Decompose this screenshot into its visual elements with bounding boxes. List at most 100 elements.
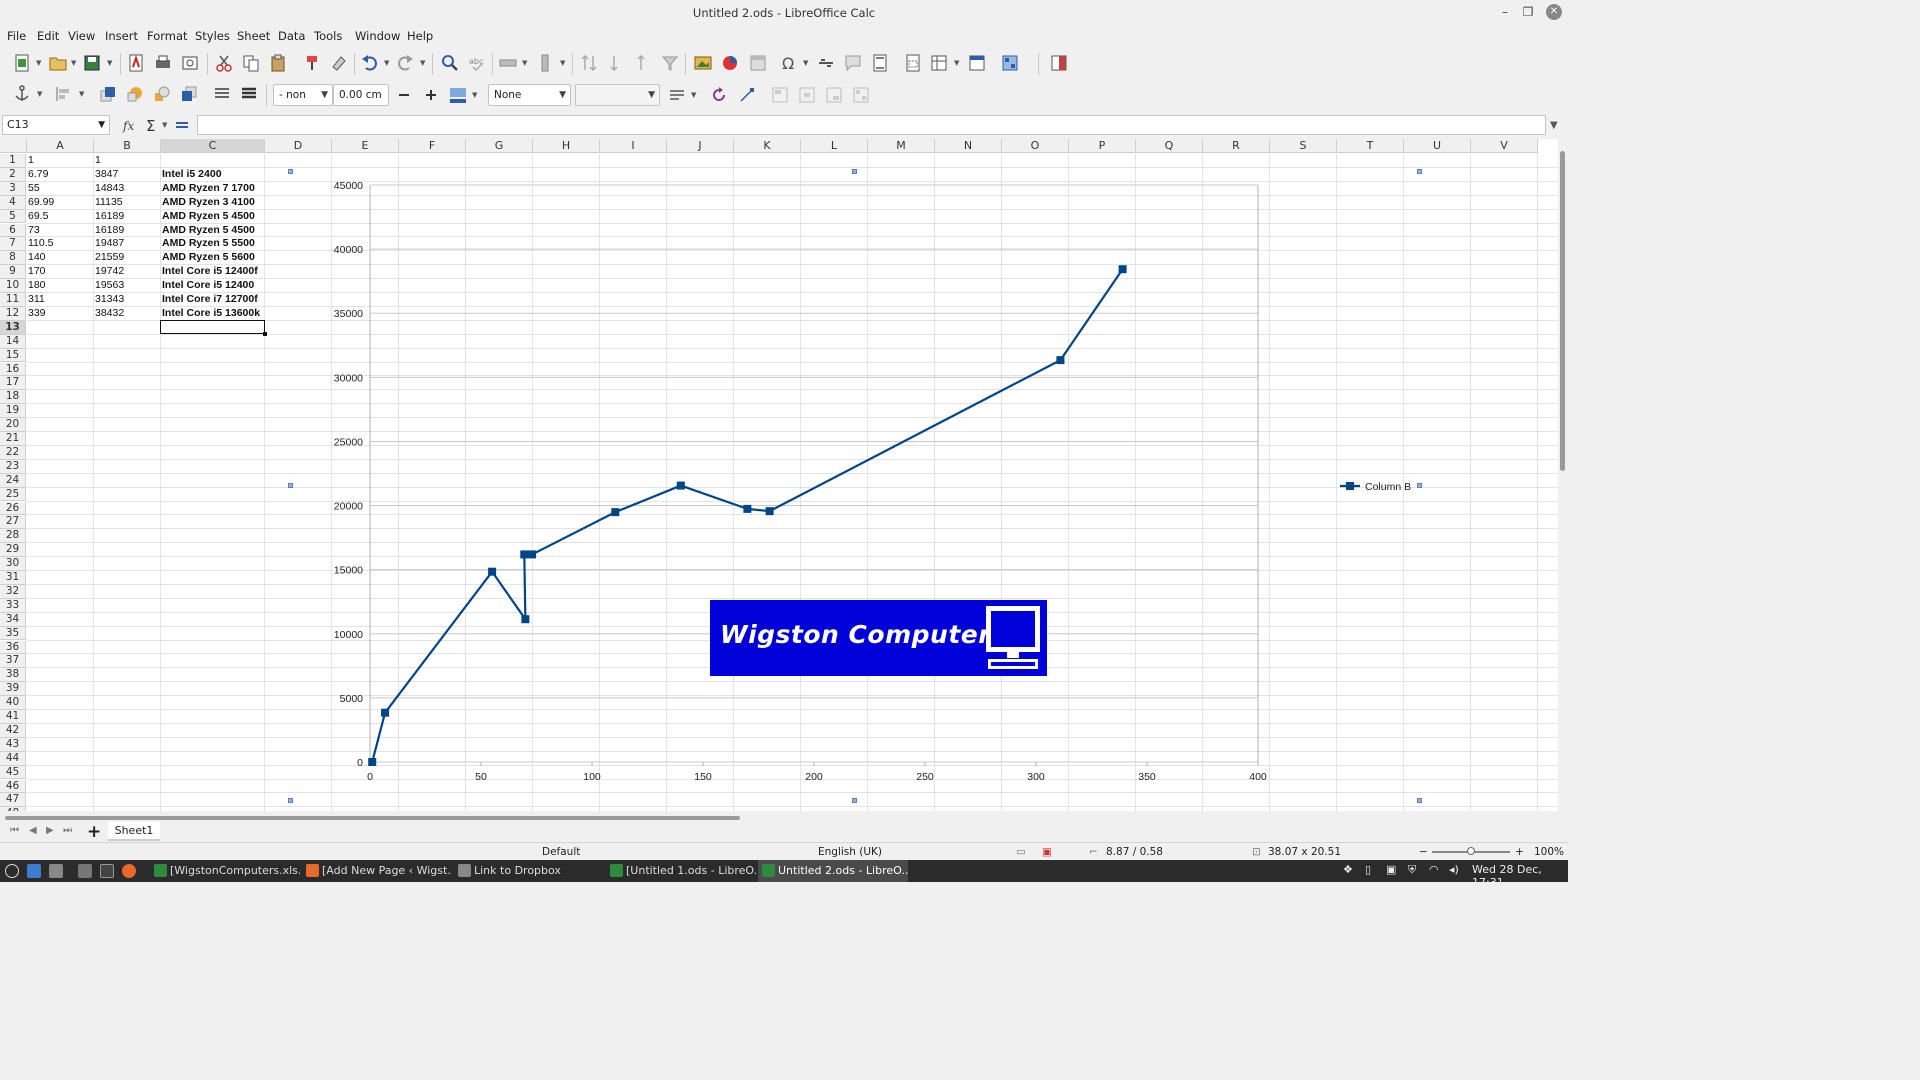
row-header-13[interactable]: 13 [0,320,26,335]
column-header-k[interactable]: K [734,139,801,153]
print-preview-icon[interactable] [180,53,200,73]
headers-footers-icon[interactable] [870,53,890,73]
files-icon[interactable] [78,864,92,878]
special-character-dropdown-icon[interactable]: ▼ [803,59,808,67]
column-header-q[interactable]: Q [1136,139,1203,153]
column-icon[interactable] [535,53,555,73]
clear-formatting-icon[interactable] [329,53,349,73]
cell-c2[interactable]: Intel i5 2400 [162,168,264,182]
row-header-3[interactable]: 3 [0,181,26,196]
find-replace-icon[interactable] [440,53,460,73]
resize-handle-l[interactable] [288,483,293,488]
formula-input[interactable] [197,115,1546,135]
menu-edit[interactable]: Edit [37,29,59,43]
row-header-21[interactable]: 21 [0,432,26,446]
rotate-icon[interactable] [709,85,729,105]
vertical-scrollbar[interactable] [1558,139,1568,811]
cell-a7[interactable]: 110.5 [28,237,93,251]
split-window-icon[interactable] [967,53,987,73]
redo-dropdown-icon[interactable]: ▼ [420,59,425,67]
column-header-f[interactable]: F [399,139,466,153]
row-icon[interactable] [498,53,518,73]
wifi-icon[interactable]: ◠ [1429,863,1439,876]
cell-c5[interactable]: AMD Ryzen 5 4500 [162,210,264,224]
clone-formatting-icon[interactable] [302,53,322,73]
row-header-30[interactable]: 30 [0,557,26,571]
paste-icon[interactable] [268,53,288,73]
selection-mode-icon[interactable]: ▭ [1016,846,1026,858]
column-header-b[interactable]: B [94,139,161,153]
row-header-26[interactable]: 26 [0,501,26,516]
row-header-11[interactable]: 11 [0,293,26,307]
freeze-dropdown-icon[interactable]: ▼ [954,59,959,67]
to-background-icon[interactable] [239,84,259,104]
row-header-41[interactable]: 41 [0,710,26,724]
expand-formula-bar-icon[interactable]: ▼ [1550,120,1558,131]
backward-one-icon[interactable] [152,84,172,104]
redo-icon[interactable] [395,53,415,73]
row-header-37[interactable]: 37 [0,654,26,669]
first-sheet-icon[interactable]: ⏮ [10,825,19,836]
row-header-4[interactable]: 4 [0,195,26,210]
send-to-back-icon[interactable] [179,84,199,104]
row-header-45[interactable]: 45 [0,765,26,780]
cell-b4[interactable]: 11135 [95,196,160,210]
points-icon[interactable] [737,85,757,105]
zoom-slider-thumb[interactable] [1467,847,1475,855]
clock[interactable]: Wed 28 Dec, 17:31 [1472,863,1568,889]
sort-descending-icon[interactable] [633,53,653,73]
row-header-43[interactable]: 43 [0,737,26,752]
sort-icon[interactable] [579,53,599,73]
resize-handle-b[interactable] [852,798,857,803]
cell-c4[interactable]: AMD Ryzen 3 4100 [162,196,264,210]
fill-handle[interactable] [263,332,267,336]
cell-c7[interactable]: AMD Ryzen 5 5500 [162,237,264,251]
new-document-icon[interactable] [12,53,32,73]
row-header-12[interactable]: 12 [0,306,26,321]
cell-c3[interactable]: AMD Ryzen 7 1700 [162,182,264,196]
page-style[interactable]: Default [542,846,580,858]
export-pdf-icon[interactable] [126,53,146,73]
resize-handle-t[interactable] [852,169,857,174]
cell-b6[interactable]: 16189 [95,224,160,238]
row-header-47[interactable]: 47 [0,793,26,808]
column-header-l[interactable]: L [801,139,868,153]
line-color-dropdown-icon[interactable]: ▼ [472,91,477,99]
minimize-icon[interactable]: – [1497,4,1513,20]
cell-b9[interactable]: 19742 [95,265,160,279]
insert-image-icon[interactable] [693,53,713,73]
sum-dropdown-icon[interactable]: ▼ [162,121,167,129]
row-header-40[interactable]: 40 [0,696,26,710]
resize-handle-tl[interactable] [288,169,293,174]
copy-icon[interactable] [241,53,261,73]
close-icon[interactable]: ✕ [1546,4,1562,20]
row-header-9[interactable]: 9 [0,265,26,280]
align-objects-icon[interactable] [54,84,74,104]
menu-view[interactable]: View [68,29,95,43]
horizontal-scroll-thumb[interactable] [5,816,740,820]
comment-icon[interactable] [843,53,863,73]
menu-tools[interactable]: Tools [314,29,342,43]
open-dropdown-icon[interactable]: ▼ [71,59,76,67]
row-dropdown-icon[interactable]: ▼ [522,59,527,67]
resize-handle-bl[interactable] [288,798,293,803]
column-header-p[interactable]: P [1069,139,1136,153]
update-icon[interactable]: ▣ [1386,863,1396,876]
cell-a1[interactable]: 1 [28,154,93,168]
row-header-25[interactable]: 25 [0,487,26,502]
restore-icon[interactable]: ❐ [1520,4,1536,20]
row-header-33[interactable]: 33 [0,598,26,613]
cell-a5[interactable]: 69.5 [28,210,93,224]
cell-c12[interactable]: Intel Core i5 13600k [162,307,264,321]
row-header-14[interactable]: 14 [0,334,26,349]
menu-file[interactable]: File [7,29,26,43]
line-width-field[interactable]: 0.00 cm [333,84,389,106]
align-left-objects-icon[interactable] [770,85,790,105]
column-header-v[interactable]: V [1471,139,1538,153]
cell-c10[interactable]: Intel Core i5 12400 [162,279,264,293]
row-header-31[interactable]: 31 [0,571,26,585]
cell-b2[interactable]: 3847 [95,168,160,182]
add-sheet-icon[interactable]: + [87,822,101,842]
cell-a11[interactable]: 311 [28,293,93,307]
area-fill-select[interactable]: ▼ [575,84,660,106]
